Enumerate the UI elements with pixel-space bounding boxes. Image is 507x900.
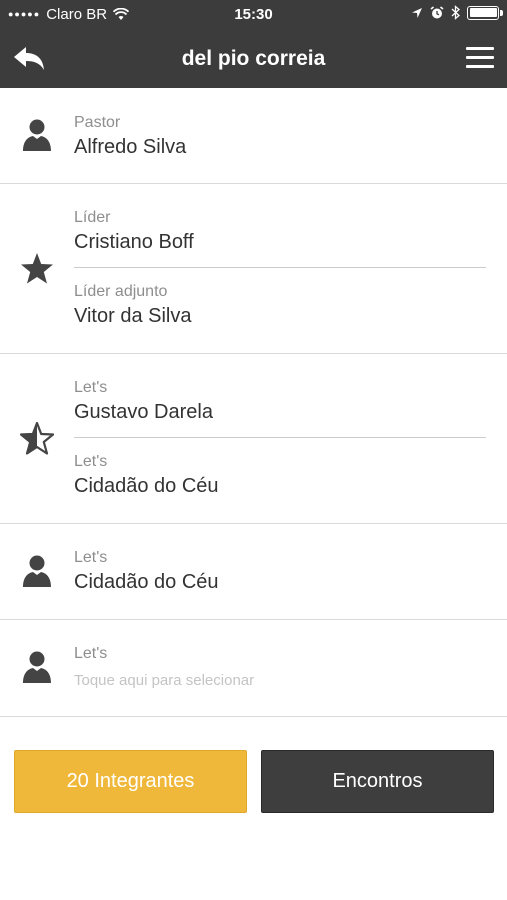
lets-entry-2[interactable]: Let's Cidadão do Céu [74,453,486,498]
lets-entry[interactable]: Let's Cidadão do Céu [74,549,486,594]
lets-group-section: Let's Gustavo Darela Let's Cidadão do Cé… [0,354,507,524]
lets-name: Cidadão do Céu [74,571,219,593]
lets-select-section: Let's Toque aqui para selecionar [0,620,507,717]
pastor-entry[interactable]: Pastor Alfredo Silva [74,114,486,159]
assistant-leader-name: Vitor da Silva [74,305,192,327]
leader-entry[interactable]: Líder Cristiano Boff [74,209,486,254]
lets-label: Let's [74,549,108,566]
half-star-icon [20,422,54,455]
lets-section: Let's Cidadão do Céu [0,524,507,620]
lets-name: Gustavo Darela [74,401,213,423]
alarm-icon [430,5,444,18]
star-icon [21,253,53,284]
members-button[interactable]: 20 Integrantes [14,750,247,813]
bluetooth-icon [451,5,460,20]
location-arrow-icon [412,7,422,18]
person-icon [23,651,51,683]
leader-name: Cristiano Boff [74,231,194,253]
lets-select-entry[interactable]: Let's Toque aqui para selecionar [74,645,486,689]
person-icon [23,555,51,587]
entry-divider [74,267,486,268]
lets-name: Cidadão do Céu [74,475,219,497]
person-icon [23,119,51,151]
lets-entry-1[interactable]: Let's Gustavo Darela [74,379,486,424]
leader-section: Líder Cristiano Boff Líder adjunto Vitor… [0,184,507,354]
battery-icon [467,5,503,20]
assistant-leader-label: Líder adjunto [74,283,168,300]
pastor-section: Pastor Alfredo Silva [0,88,507,184]
pastor-name: Alfredo Silva [74,136,187,158]
page-title: del pio correia [181,47,326,70]
hamburger-menu-icon[interactable] [466,47,494,69]
navigation-bar: del pio correia [0,30,507,88]
leader-label: Líder [74,209,111,226]
lets-label: Let's [74,645,108,662]
lets-label: Let's [74,453,108,470]
pastor-label: Pastor [74,114,121,131]
status-bar: ●●●●● Claro BR 15:30 [0,0,507,30]
lets-label: Let's [74,379,108,396]
entry-divider [74,437,486,438]
assistant-leader-entry[interactable]: Líder adjunto Vitor da Silva [74,283,486,328]
select-placeholder: Toque aqui para selecionar [74,672,255,689]
meetings-button[interactable]: Encontros [261,750,494,813]
